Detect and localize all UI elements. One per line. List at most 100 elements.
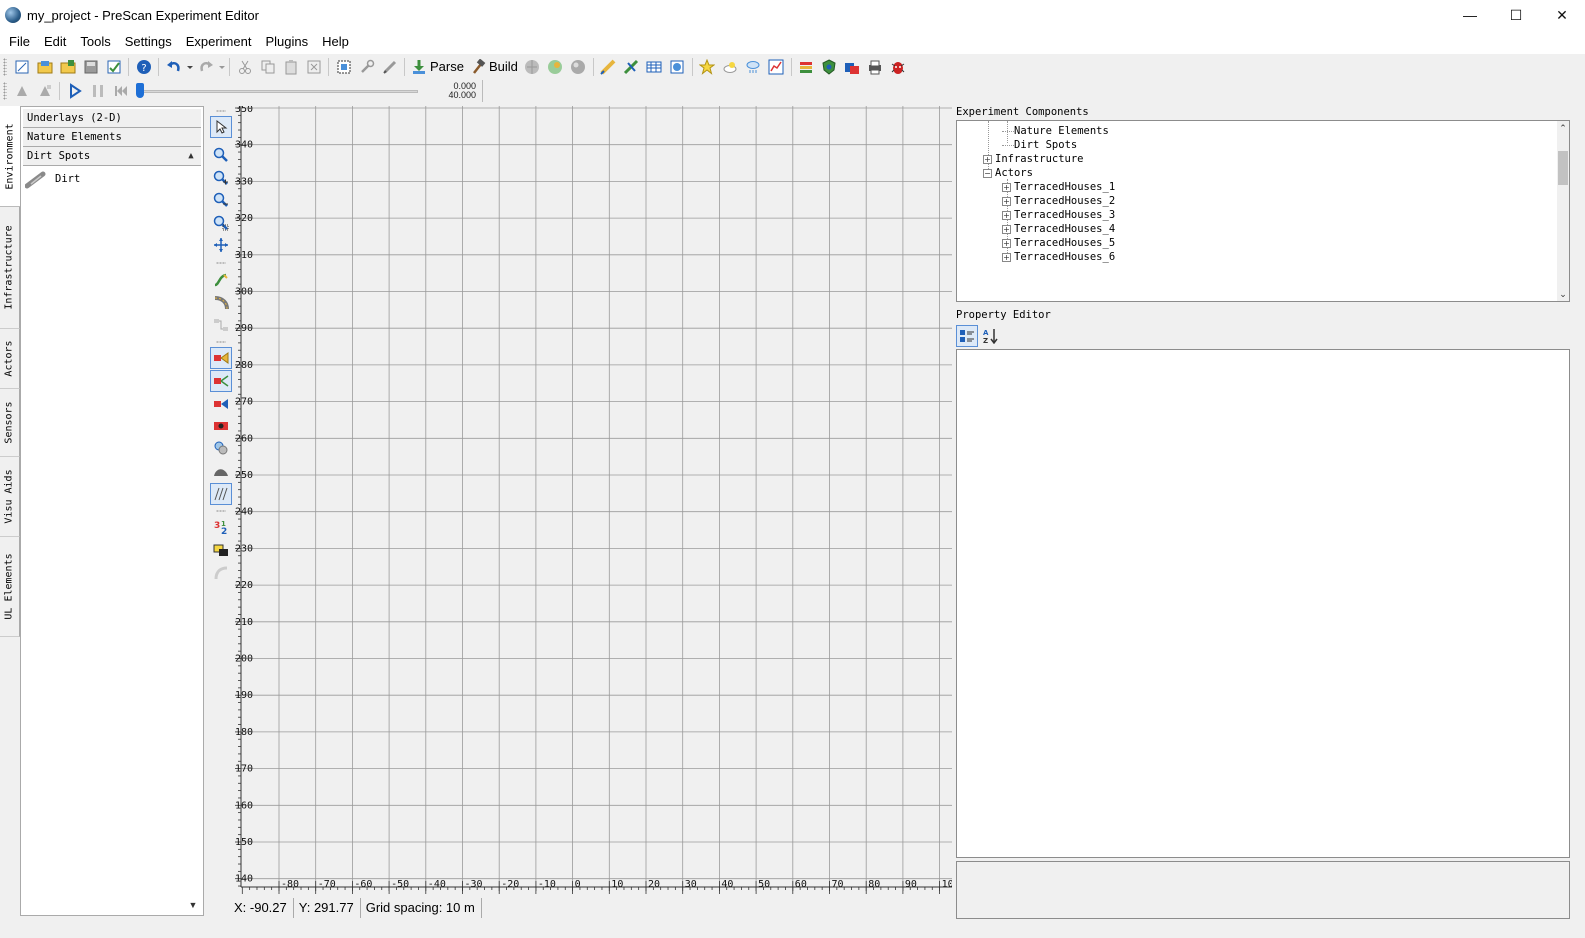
library-section-underlays[interactable]: Underlays (2-D) (23, 109, 201, 128)
tree-node[interactable]: + TerracedHouses_1 (1002, 180, 1115, 194)
run-sim-button[interactable] (11, 80, 33, 102)
path-button[interactable] (620, 56, 642, 78)
expand-plus-icon[interactable]: + (983, 154, 992, 164)
draw-road-tool[interactable] (210, 269, 232, 291)
tree-node[interactable]: + Infrastructure (983, 152, 1084, 166)
toolbar-grip[interactable] (3, 82, 7, 100)
collapse-minus-icon[interactable]: − (983, 168, 992, 178)
maximize-button[interactable]: ☐ (1493, 0, 1539, 30)
scroll-down-icon[interactable]: ▼ (185, 897, 201, 913)
weather-button[interactable] (719, 56, 741, 78)
connect-tool[interactable] (210, 314, 232, 336)
debug-button[interactable] (887, 56, 909, 78)
shield-button[interactable] (818, 56, 840, 78)
chevron-down-icon[interactable]: ⌄ (1557, 287, 1569, 301)
select-all-button[interactable] (333, 56, 355, 78)
undo-button[interactable] (163, 56, 185, 78)
bend-tool[interactable] (210, 562, 232, 584)
expand-plus-icon[interactable]: + (1002, 210, 1011, 220)
play-button[interactable] (64, 80, 86, 102)
zoom-window-tool[interactable] (210, 144, 232, 166)
tree-node[interactable]: + TerracedHouses_3 (1002, 208, 1115, 222)
close-button[interactable]: ✕ (1539, 0, 1585, 30)
zoom-in-tool[interactable] (210, 167, 232, 189)
path-follow-tool[interactable] (210, 393, 232, 415)
menu-experiment[interactable]: Experiment (179, 30, 259, 54)
tree-node[interactable]: + TerracedHouses_5 (1002, 236, 1115, 250)
menu-edit[interactable]: Edit (37, 30, 73, 54)
tree-node[interactable]: Dirt Spots (1002, 138, 1077, 152)
zoom-extents-tool[interactable] (210, 212, 232, 234)
scroll-up-icon[interactable]: ▲ (183, 148, 199, 164)
panel-splitter[interactable] (952, 106, 955, 921)
chevron-up-icon[interactable]: ⌃ (1557, 121, 1569, 135)
slider-thumb[interactable] (136, 83, 144, 98)
favorites-button[interactable] (696, 56, 718, 78)
grid-tool[interactable] (210, 483, 232, 505)
alphabetical-button[interactable]: AZ (980, 325, 1002, 347)
tab-visu-aids[interactable]: Visu Aids (0, 457, 20, 537)
curve-tool[interactable] (210, 292, 232, 314)
expand-plus-icon[interactable]: + (1002, 182, 1011, 192)
scroll-thumb[interactable] (1558, 151, 1568, 185)
map-button[interactable] (666, 56, 688, 78)
undo-dropdown[interactable] (186, 56, 194, 78)
new-file-button[interactable] (11, 56, 33, 78)
terrain-tool[interactable] (210, 460, 232, 482)
categorized-button[interactable] (956, 325, 978, 347)
table-button[interactable] (643, 56, 665, 78)
trajectory-tool[interactable] (210, 347, 232, 369)
minimize-button[interactable]: — (1447, 0, 1493, 30)
help-button[interactable]: ? (133, 56, 155, 78)
delete-button[interactable] (303, 56, 325, 78)
components-tree[interactable]: ⌃ ⌄ Nature Elements Dirt Spots + Infrastruc… (956, 120, 1570, 302)
numbering-tool[interactable]: 321 (210, 516, 232, 538)
regenerate-button[interactable] (544, 56, 566, 78)
menu-help[interactable]: Help (315, 30, 356, 54)
sky-button[interactable] (742, 56, 764, 78)
redo-button[interactable] (195, 56, 217, 78)
tree-node[interactable]: + TerracedHouses_6 (1002, 250, 1115, 264)
run-all-button[interactable] (34, 80, 56, 102)
save-button[interactable] (80, 56, 102, 78)
library-section-dirt-spots[interactable]: Dirt Spots ▲ (23, 147, 201, 166)
layers-button[interactable] (795, 56, 817, 78)
build-button[interactable]: Build (467, 56, 521, 78)
copy-button[interactable] (257, 56, 279, 78)
build-canvas[interactable]: 350 340 330 320 310 300 290 280 270 260 250 240 230 2… (235, 106, 952, 895)
save-as-button[interactable] (103, 56, 125, 78)
library-item-dirt[interactable]: Dirt (21, 166, 203, 192)
cut-button[interactable] (234, 56, 256, 78)
pan-tool[interactable] (210, 234, 232, 256)
menu-file[interactable]: File (2, 30, 37, 54)
parse-button[interactable]: Parse (408, 56, 467, 78)
print-button[interactable] (864, 56, 886, 78)
tree-node[interactable]: Nature Elements (1002, 124, 1109, 138)
open-recent-button[interactable] (57, 56, 79, 78)
tab-environment[interactable]: Environment (0, 106, 20, 207)
tab-infrastructure[interactable]: Infrastructure (0, 207, 20, 329)
objects-tool[interactable] (210, 437, 232, 459)
sensor-tool[interactable] (210, 415, 232, 437)
menu-plugins[interactable]: Plugins (258, 30, 315, 54)
menu-tools[interactable]: Tools (73, 30, 117, 54)
library-section-nature[interactable]: Nature Elements (23, 128, 201, 147)
expand-plus-icon[interactable]: + (1002, 196, 1011, 206)
tab-sensors[interactable]: Sensors (0, 389, 20, 457)
tree-node[interactable]: − Actors (983, 166, 1033, 180)
rewind-button[interactable] (110, 80, 132, 102)
speed-profile-tool[interactable] (210, 370, 232, 392)
tab-actors[interactable]: Actors (0, 329, 20, 389)
tree-node[interactable]: + TerracedHouses_4 (1002, 222, 1115, 236)
properties-button[interactable] (356, 56, 378, 78)
label-tool[interactable] (210, 539, 232, 561)
paste-button[interactable] (280, 56, 302, 78)
expand-plus-icon[interactable]: + (1002, 252, 1011, 262)
zoom-out-tool[interactable] (210, 189, 232, 211)
viewer-button[interactable] (567, 56, 589, 78)
expand-plus-icon[interactable]: + (1002, 224, 1011, 234)
open-file-button[interactable] (34, 56, 56, 78)
redo-dropdown[interactable] (218, 56, 226, 78)
time-slider[interactable] (136, 80, 426, 102)
edit-button[interactable] (379, 56, 401, 78)
